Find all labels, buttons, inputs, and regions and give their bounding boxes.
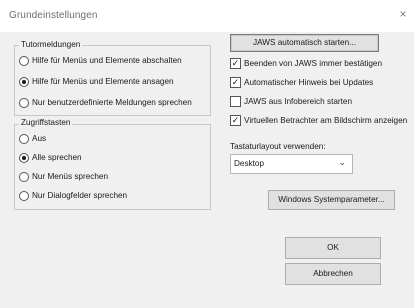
checkbox-label: Automatischer Hinweis bei Updates <box>244 77 374 87</box>
checkbox-update-notice[interactable]: ✓ Automatischer Hinweis bei Updates <box>230 77 373 88</box>
radio-label: Nur Menüs sprechen <box>32 172 108 181</box>
radio-button[interactable] <box>19 56 29 66</box>
close-icon[interactable]: × <box>396 6 410 22</box>
checkbox-label: Virtuellen Betrachter am Bildschirm anze… <box>244 115 408 125</box>
radio-hotkeys-menus[interactable]: Nur Menüs sprechen <box>19 172 108 182</box>
radio-label: Alle sprechen <box>32 153 82 162</box>
radio-tutor-announce[interactable]: Hilfe für Menüs und Elemente ansagen <box>19 77 174 87</box>
radio-button[interactable] <box>19 77 29 87</box>
radio-button[interactable] <box>19 191 29 201</box>
radio-tutor-off[interactable]: Hilfe für Menüs und Elemente abschalten <box>19 56 182 66</box>
radio-label: Nur benutzerdefinierte Meldungen spreche… <box>32 98 192 107</box>
autostart-button[interactable]: JAWS automatisch starten... <box>230 34 379 52</box>
radio-label: Hilfe für Menüs und Elemente ansagen <box>32 77 174 86</box>
checkbox-tray-start[interactable]: JAWS aus Infobereich starten <box>230 96 352 107</box>
radio-label: Hilfe für Menüs und Elemente abschalten <box>32 56 182 65</box>
keyboard-layout-select[interactable]: Desktop ⌄ <box>230 154 353 174</box>
checkmark-icon[interactable]: ✓ <box>230 77 241 88</box>
radio-hotkeys-all[interactable]: Alle sprechen <box>19 153 82 163</box>
checkbox-virtual-viewer[interactable]: ✓ Virtuellen Betrachter am Bildschirm an… <box>230 115 407 126</box>
system-parameters-button[interactable]: Windows Systemparameter... <box>268 190 395 210</box>
checkbox-box[interactable] <box>230 96 241 107</box>
tutor-messages-legend: Tutormeldungen <box>19 40 83 50</box>
radio-label: Aus <box>32 134 47 143</box>
hotkeys-legend: Zugriffstasten <box>19 118 73 128</box>
settings-dialog: Grundeinstellungen × Tutormeldungen Hilf… <box>0 0 414 308</box>
cancel-button[interactable]: Abbrechen <box>285 263 381 285</box>
keyboard-layout-value: Desktop <box>234 159 265 168</box>
radio-hotkeys-dialogs[interactable]: Nur Dialogfelder sprechen <box>19 191 127 201</box>
checkbox-label: JAWS aus Infobereich starten <box>244 96 353 106</box>
radio-button[interactable] <box>19 172 29 182</box>
checkmark-icon[interactable]: ✓ <box>230 58 241 69</box>
title-bar: Grundeinstellungen × <box>0 0 414 32</box>
keyboard-layout-label: Tastaturlayout verwenden: <box>230 142 326 151</box>
radio-label: Nur Dialogfelder sprechen <box>32 191 128 200</box>
chevron-down-icon: ⌄ <box>338 157 346 167</box>
radio-button[interactable] <box>19 153 29 163</box>
checkbox-label: Beenden von JAWS immer bestätigen <box>244 58 383 68</box>
radio-tutor-custom[interactable]: Nur benutzerdefinierte Meldungen spreche… <box>19 98 192 108</box>
radio-hotkeys-off[interactable]: Aus <box>19 134 46 144</box>
window-title: Grundeinstellungen <box>9 10 98 21</box>
checkbox-confirm-exit[interactable]: ✓ Beenden von JAWS immer bestätigen <box>230 58 382 69</box>
radio-button[interactable] <box>19 98 29 108</box>
ok-button[interactable]: OK <box>285 237 381 259</box>
checkmark-icon[interactable]: ✓ <box>230 115 241 126</box>
radio-button[interactable] <box>19 134 29 144</box>
